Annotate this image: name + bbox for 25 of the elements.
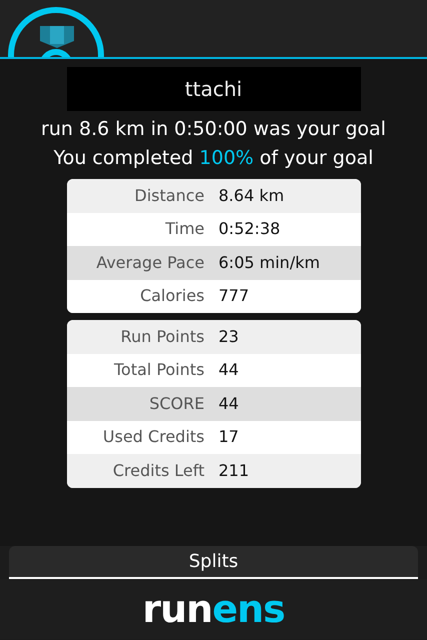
completion-percent: 100%: [199, 147, 254, 169]
stat-label: Average Pace: [95, 252, 206, 274]
stat-value: 17: [218, 426, 239, 448]
stat-value: 8.64 km: [218, 184, 284, 207]
stat-value: 44: [218, 392, 239, 415]
stat-value: 6:05 min/km: [218, 252, 320, 274]
stat-value: 211: [218, 460, 250, 482]
stat-value: 23: [218, 326, 239, 348]
stat-value: 777: [218, 285, 250, 308]
splits-tab[interactable]: Splits: [9, 546, 418, 579]
goal-text: run 8.6 km in 0:50:00 was your goal: [40, 117, 387, 142]
user-name: ttachi: [66, 67, 360, 111]
stat-label: Credits Left: [112, 460, 206, 482]
completion-text: of your goal: [260, 147, 374, 169]
completion-text: You completed: [54, 147, 194, 169]
stat-label: Run Points: [120, 326, 206, 348]
stat-value: 44: [218, 359, 239, 382]
stat-label: Calories: [139, 285, 206, 308]
stat-label: Used Credits: [102, 426, 206, 448]
logo: runens: [142, 586, 285, 632]
stat-value: 0:52:38: [218, 218, 280, 240]
stat-label: Time: [164, 218, 206, 240]
stat-label: SCORE: [148, 392, 206, 415]
stat-label: Total Points: [112, 359, 206, 382]
stat-label: Distance: [134, 184, 206, 207]
